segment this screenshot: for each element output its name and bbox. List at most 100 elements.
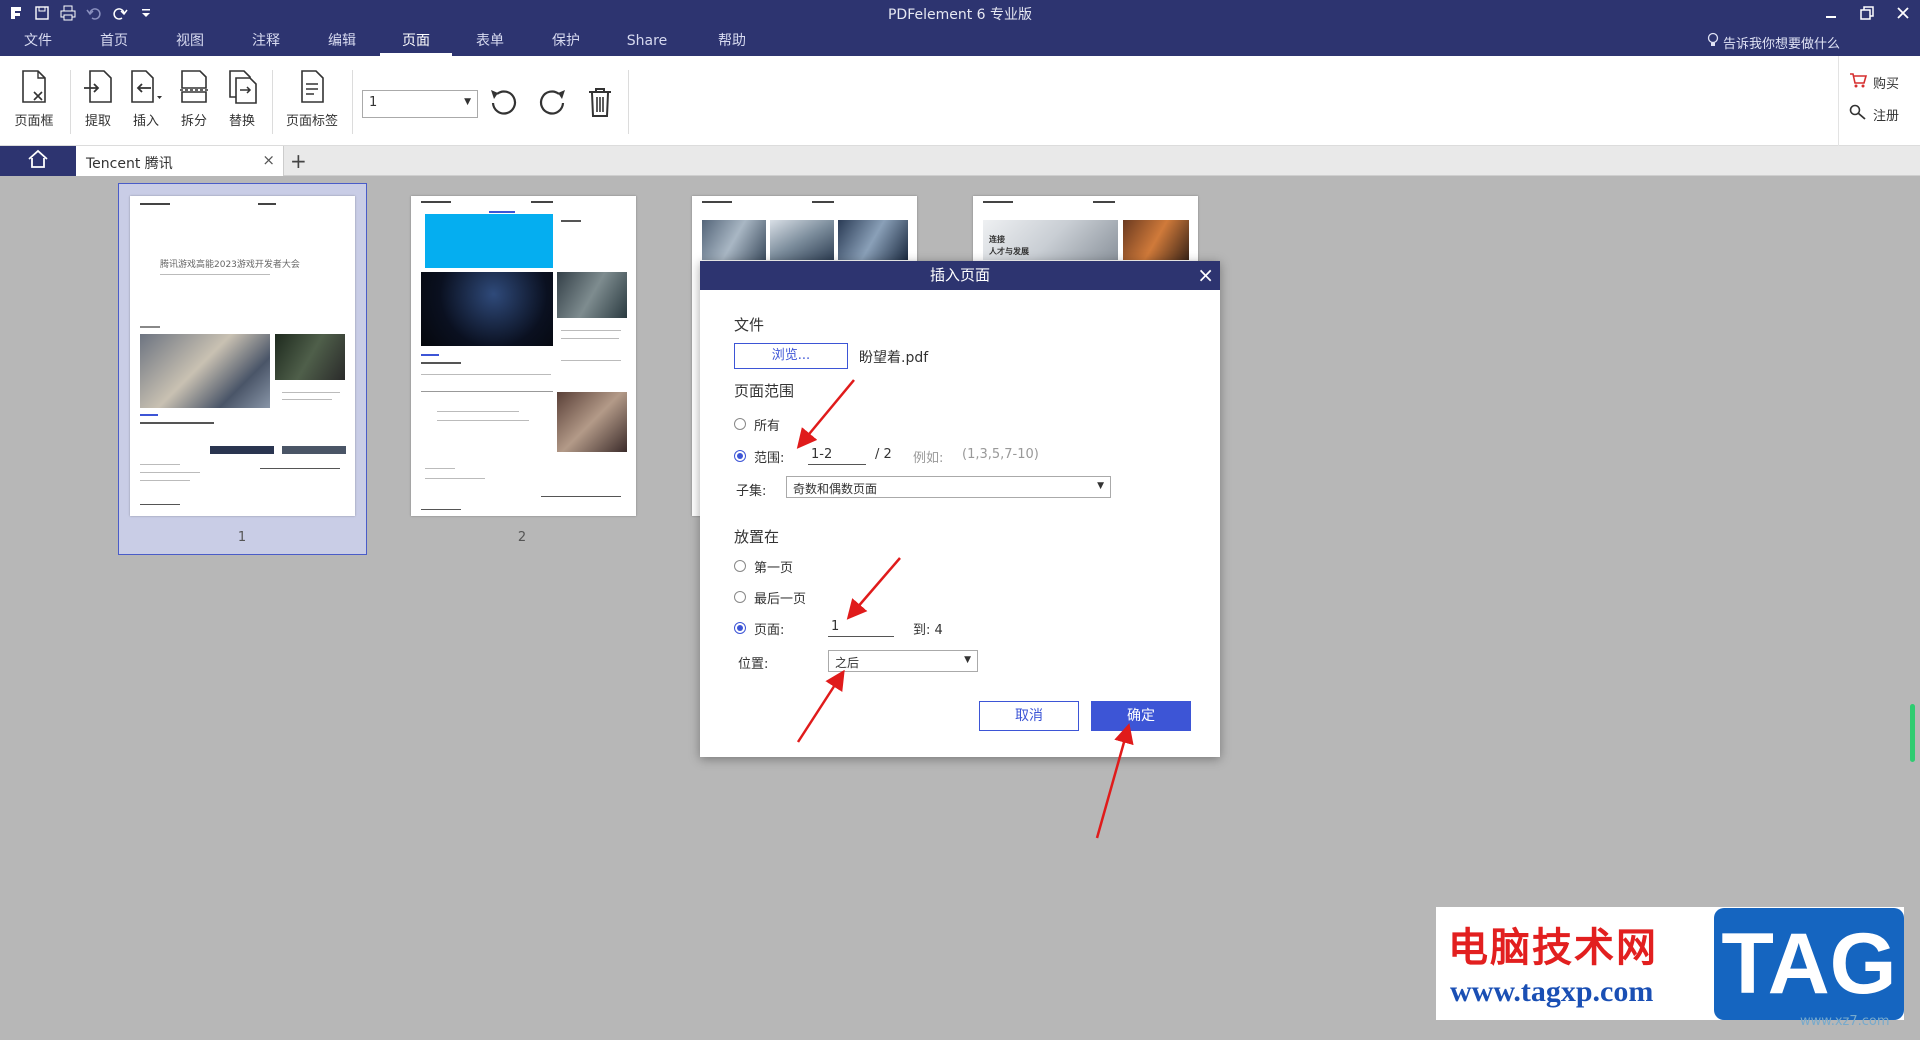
page1-title: 腾讯游戏高能2023游戏开发者大会 (160, 260, 300, 270)
example-value: (1,3,5,7-10) (962, 447, 1039, 462)
ribbon-separator (70, 70, 71, 134)
page4-text1: 连接 (989, 235, 1005, 244)
maximize-icon[interactable] (1856, 2, 1878, 24)
minimize-icon[interactable] (1820, 2, 1842, 24)
watermark-title: 电脑技术网 (1448, 925, 1658, 971)
document-tab-label: Tencent 腾讯 (86, 156, 173, 172)
example-label: 例如: (913, 451, 944, 466)
replace-icon (224, 68, 260, 106)
subset-select[interactable]: 奇数和偶数页面 ▼ (786, 476, 1111, 498)
title-bar: PDFelement 6 专业版 文件 首页 视图 注释 编辑 页面 表单 保护… (0, 0, 1920, 56)
page4-text2: 人才与发展 (989, 247, 1029, 256)
register-label: 注册 (1873, 108, 1900, 124)
menu-bar: 文件 首页 视图 注释 编辑 页面 表单 保护 Share 帮助 (0, 28, 774, 56)
register-button[interactable]: 注册 (1849, 104, 1899, 124)
page-box-icon (16, 68, 52, 106)
chevron-down-icon: ▼ (464, 97, 471, 107)
key-icon (1849, 104, 1867, 124)
position-value: 之后 (835, 656, 860, 670)
dialog-close-icon[interactable]: × (1197, 261, 1214, 290)
extract-button[interactable]: 提取 (80, 68, 116, 129)
close-tab-icon[interactable]: × (262, 151, 275, 169)
chevron-down-icon: ▼ (1097, 481, 1104, 491)
menu-protect[interactable]: 保护 (528, 28, 604, 56)
position-select[interactable]: 之后 ▼ (828, 650, 978, 672)
document-tab[interactable]: Tencent 腾讯 × (76, 146, 284, 176)
page-thumbnail-2[interactable] (411, 196, 636, 516)
rotate-left-icon (488, 86, 520, 122)
photo-image (770, 220, 834, 260)
range-input[interactable]: 1-2 (808, 447, 866, 465)
add-tab-icon[interactable]: + (290, 149, 307, 173)
page-label: 页面: (754, 623, 785, 638)
dialog-title: 插入页面 (929, 266, 990, 284)
split-icon (176, 68, 212, 106)
photo-image (702, 220, 766, 260)
buy-button[interactable]: 购买 (1849, 72, 1899, 92)
menu-view[interactable]: 视图 (152, 28, 228, 56)
page-select-value: 1 (369, 95, 378, 110)
page-thumbnail-1[interactable]: 腾讯游戏高能2023游戏开发者大会 (130, 196, 355, 516)
ok-button[interactable]: 确定 (1091, 701, 1191, 731)
all-pages-label: 所有 (754, 419, 781, 434)
replace-button[interactable]: 替换 (222, 68, 262, 129)
close-icon[interactable] (1892, 2, 1914, 24)
first-page-label: 第一页 (754, 561, 794, 576)
range-total: / 2 (875, 447, 892, 462)
extract-label: 提取 (84, 114, 111, 129)
delete-page-button[interactable] (580, 84, 620, 124)
tell-me-search[interactable]: 告诉我你想要做什么 (1707, 32, 1840, 52)
photo-image (140, 334, 270, 408)
page-label-button[interactable]: 页面标签 (284, 68, 340, 129)
insert-icon (128, 68, 164, 106)
photo-image (1123, 220, 1189, 260)
home-tab[interactable] (0, 146, 76, 176)
menu-file[interactable]: 文件 (0, 28, 76, 56)
replace-label: 替换 (228, 114, 255, 129)
rotate-left-button[interactable] (484, 84, 524, 124)
watermark-small-url: www.xz7.com (1800, 1014, 1890, 1029)
selected-file-name: 盼望着.pdf (859, 350, 929, 366)
last-page-radio[interactable] (734, 591, 746, 603)
menu-form[interactable]: 表单 (452, 28, 528, 56)
first-page-radio[interactable] (734, 560, 746, 572)
ribbon-separator (272, 70, 273, 134)
menu-comment[interactable]: 注释 (228, 28, 304, 56)
menu-share[interactable]: Share (604, 28, 690, 56)
scroll-indicator[interactable] (1910, 704, 1915, 762)
photo-image (838, 220, 908, 260)
ribbon-separator (628, 70, 629, 134)
ribbon-side-panel: 购买 注册 (1838, 56, 1910, 146)
page-radio[interactable] (734, 622, 746, 634)
dialog-header: 插入页面 × (700, 261, 1220, 290)
photo-image (275, 334, 345, 380)
tell-me-label: 告诉我你想要做什么 (1722, 36, 1840, 52)
cart-icon (1849, 72, 1868, 92)
menu-page[interactable]: 页面 (380, 28, 452, 56)
split-button[interactable]: 拆分 (174, 68, 214, 129)
all-pages-radio[interactable] (734, 418, 746, 430)
menu-help[interactable]: 帮助 (690, 28, 774, 56)
page-number-select[interactable]: 1 ▼ (362, 90, 478, 118)
place-at-label: 放置在 (734, 528, 780, 546)
menu-edit[interactable]: 编辑 (304, 28, 380, 56)
photo-image (557, 392, 627, 452)
buy-label: 购买 (1873, 76, 1900, 92)
browse-button[interactable]: 浏览... (734, 343, 848, 369)
menu-home[interactable]: 首页 (76, 28, 152, 56)
photo-image (425, 214, 553, 268)
insert-button[interactable]: 插入 (126, 68, 166, 129)
app-title: PDFelement 6 专业版 (887, 7, 1033, 23)
window-controls (1820, 2, 1914, 24)
range-radio[interactable] (734, 450, 746, 462)
to-page-label: 到: 4 (913, 623, 943, 638)
file-section-label: 文件 (734, 316, 765, 334)
rotate-right-button[interactable] (532, 84, 572, 124)
page-box-button[interactable]: 页面框 (12, 68, 56, 129)
ribbon-separator (352, 70, 353, 134)
page-range-label: 页面范围 (734, 382, 795, 400)
cancel-button[interactable]: 取消 (979, 701, 1079, 731)
page-label-icon (294, 68, 330, 106)
lightbulb-icon (1707, 32, 1719, 52)
page-number-input[interactable]: 1 (828, 619, 894, 637)
